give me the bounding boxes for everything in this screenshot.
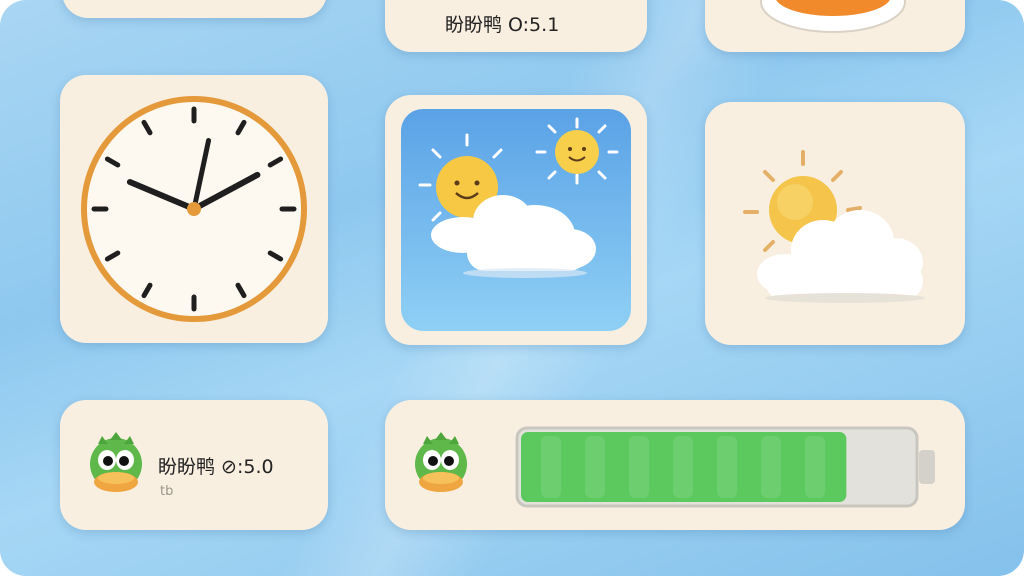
- battery-stripe: [761, 436, 781, 498]
- widget-top-left[interactable]: [62, 0, 327, 18]
- widget-pet-top[interactable]: 盼盼鸭 O:5.1: [385, 0, 647, 52]
- home-screen: 盼盼鸭 O:5.1 盼盼鸭 ⊘:5.0 tb: [0, 0, 1024, 576]
- green-duck-mascot-icon: [90, 432, 142, 492]
- battery-stripe: [629, 436, 649, 498]
- battery-stripe: [805, 436, 825, 498]
- partly-cloudy-icon: [743, 150, 925, 303]
- pet-widget-title: 盼盼鸭 ⊘:5.0: [158, 456, 274, 478]
- weather-widget[interactable]: [705, 102, 965, 345]
- battery-stripe: [673, 436, 693, 498]
- analog-clock-icon: [81, 96, 307, 322]
- battery-icon: [515, 426, 935, 508]
- pet-top-title: 盼盼鸭 O:5.1: [445, 14, 560, 36]
- clock-widget[interactable]: [60, 75, 328, 343]
- pet-widget[interactable]: 盼盼鸭 ⊘:5.0 tb: [60, 400, 328, 530]
- egg-icon: [760, 0, 906, 33]
- widget-top-right[interactable]: [705, 0, 965, 52]
- screen-corner-bottom-left: [0, 546, 30, 576]
- battery-stripe: [585, 436, 605, 498]
- battery-stripe: [717, 436, 737, 498]
- weather-app-widget[interactable]: [385, 95, 647, 345]
- battery-widget[interactable]: [385, 400, 965, 530]
- green-duck-mascot-icon: [415, 432, 467, 492]
- pet-widget-subtitle: tb: [160, 484, 174, 499]
- sun-cloud-weather-icon: [401, 109, 631, 331]
- battery-stripe: [541, 436, 561, 498]
